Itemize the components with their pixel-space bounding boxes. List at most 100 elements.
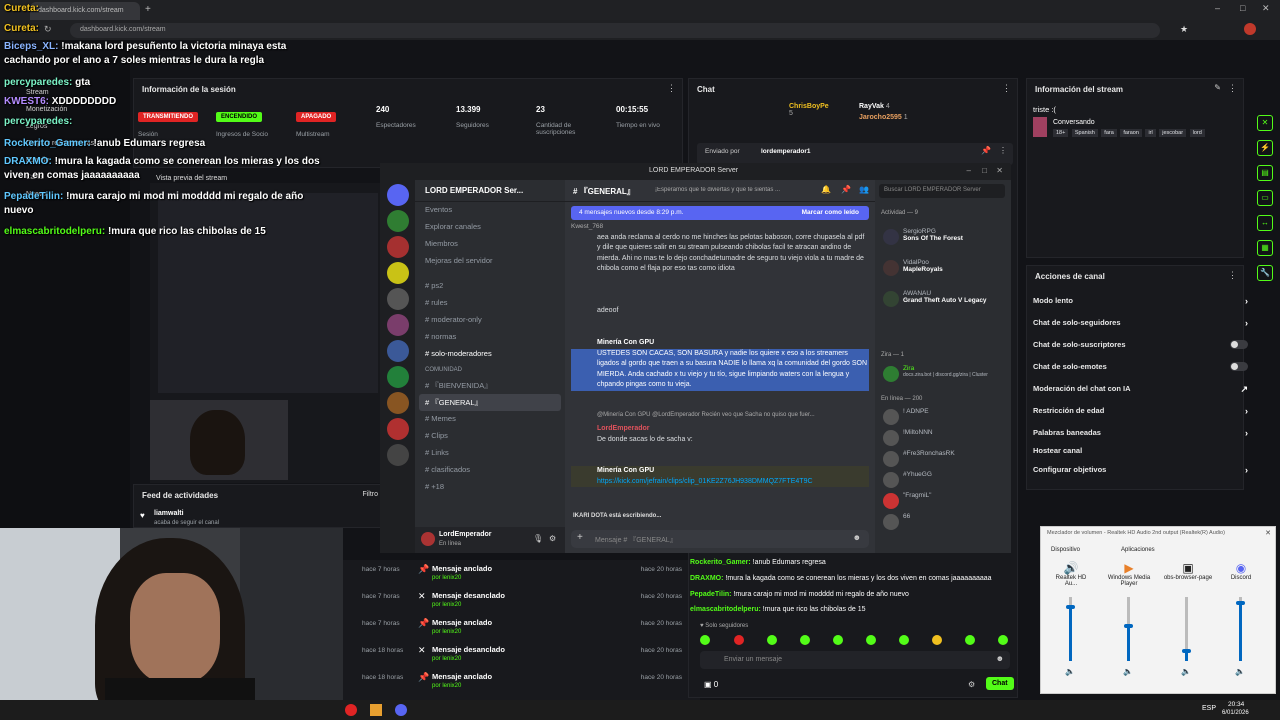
member-row[interactable]: 66 [881,513,1005,530]
member-row[interactable]: "FragmiL" [881,492,1005,513]
nav-events[interactable]: Eventos [415,202,565,219]
server-icon[interactable] [387,262,409,284]
expand-icon[interactable]: ↔ [1257,215,1273,231]
server-icon[interactable] [387,210,409,232]
more-icon[interactable]: ⋮ [1002,83,1011,94]
folder-icon[interactable] [370,704,382,716]
language-indicator[interactable]: ESP [1202,705,1216,712]
channel-normas[interactable]: # normas [415,329,565,346]
settings-icon[interactable]: ⚙ [968,680,975,689]
member-row[interactable]: SergioRPG Sons Of The Forest [881,228,1001,249]
more-icon[interactable]: ⋮ [999,146,1007,155]
chat-user[interactable]: elmascabritodelperu: [690,606,761,613]
microphone-icon[interactable]: 🎙 [533,534,543,543]
edit-icon[interactable]: ✎ [1214,83,1221,92]
volume-thumb[interactable] [1124,624,1133,628]
server-name[interactable]: LORD EMPERADOR Ser... [415,180,565,202]
media-player-icon[interactable]: ▶ [1107,561,1151,575]
member-row[interactable]: AWANAU Grand Theft Auto V Legacy [881,290,1001,311]
action-age-restriction[interactable]: Restricción de edad › [1033,406,1248,416]
channel-clasificados[interactable]: # clasificados [415,462,565,479]
message-author[interactable]: Minería Con GPU [571,338,869,349]
mute-icon[interactable]: 🔈 [1065,667,1075,676]
volume-thumb[interactable] [1236,601,1245,605]
nav-browse-channels[interactable]: Explorar canales [415,219,565,236]
emote-icon[interactable] [965,635,975,645]
close-icon[interactable]: ✕ [1262,3,1270,14]
discord-taskbar-icon[interactable] [395,704,407,716]
action-host-channel[interactable]: Hostear canal [1033,446,1248,455]
discord-home-icon[interactable] [387,184,409,206]
close-icon[interactable]: ✕ [1265,529,1271,537]
emote-icon[interactable] [767,635,777,645]
server-icon[interactable] [387,288,409,310]
minimize-icon[interactable]: – [1215,3,1220,13]
action-slow-mode[interactable]: Modo lento › [1033,296,1248,306]
nav-members[interactable]: Miembros [415,236,565,253]
member-row[interactable]: Zira docs.zira.bot | discord.gg/zira | Cl… [881,365,1005,386]
lightning-icon[interactable]: ⚡ [1257,140,1273,156]
bookmark-star-icon[interactable]: ★ [1180,24,1188,35]
server-icon[interactable] [387,444,409,466]
mute-icon[interactable]: 🔈 [1181,667,1191,676]
emote-icon[interactable] [734,635,744,645]
filter-button[interactable]: Filtro [362,491,378,498]
action-banned-words[interactable]: Palabras baneadas › [1033,428,1248,438]
server-icon[interactable] [387,366,409,388]
member-row[interactable]: VidalPoo MapleRoyals [881,259,1001,280]
document-icon[interactable]: ▤ [1257,165,1273,181]
server-icon[interactable] [387,340,409,362]
channel-general[interactable]: # 『GENERAL』 [419,394,561,411]
emote-icon[interactable] [800,635,810,645]
action-ai-moderation[interactable]: Moderación del chat con IA ↗ [1033,384,1248,394]
nav-boosts[interactable]: Mejoras del servidor [415,253,565,270]
members-icon[interactable]: 👥 [859,185,869,194]
profile-avatar[interactable] [1244,23,1256,35]
new-messages-banner[interactable]: 4 mensajes nuevos desde 8:29 p.m. Marcar… [571,206,869,220]
minimize-icon[interactable]: – [967,166,971,175]
add-attachment-icon[interactable]: + [577,532,583,543]
maximize-icon[interactable]: □ [1240,3,1245,13]
message-author[interactable]: Kwest_768 [571,222,869,233]
chat-input[interactable]: Enviar un mensaje ☻ [700,651,1010,669]
channel-clips[interactable]: # Clips [415,428,565,445]
mute-icon[interactable]: 🔈 [1235,667,1245,676]
chat-user[interactable]: DRAXMO: [690,575,723,582]
obs-icon[interactable]: ▣ [1163,561,1213,575]
wrench-icon[interactable]: 🔧 [1257,265,1273,281]
message-author[interactable]: LordEmperador [571,424,869,435]
channel-bienvenida[interactable]: # 『BIENVENIDA』 [415,377,565,394]
member-row[interactable]: ! ADNPE [881,408,1005,429]
channel-moderator-only[interactable]: # moderator-only [415,312,565,329]
more-icon[interactable]: ⋮ [667,83,676,94]
chat-user[interactable]: Rockerito_Gamer: [690,559,751,566]
category-label[interactable]: COMUNIDAD [415,363,565,377]
message-link[interactable]: https://kick.com/jefrain/clips/clip_01KE… [571,477,869,488]
more-icon[interactable]: ⋮ [1228,83,1237,94]
action-subs-only[interactable]: Chat de solo-suscriptores [1033,340,1248,349]
channel-ps2[interactable]: # ps2 [415,278,565,295]
chat-user[interactable]: PepadeTilin: [690,591,732,598]
subs-only-toggle[interactable] [1230,340,1248,349]
settings-icon[interactable]: ⚙ [549,534,556,543]
emotes-only-toggle[interactable] [1230,362,1248,371]
volume-slider[interactable] [1182,597,1191,661]
emote-icon[interactable] [833,635,843,645]
emoji-icon[interactable]: ☻ [853,533,861,542]
zira-member[interactable]: Zira docs.zira.bot | discord.gg/zira | Cl… [881,365,1005,386]
volume-slider[interactable] [1066,597,1075,661]
channel-rules[interactable]: # rules [415,295,565,312]
volume-thumb[interactable] [1182,649,1191,653]
clock-date[interactable]: 6/01/2026 [1222,710,1249,716]
pin-icon[interactable]: 📌 [841,185,851,194]
pinned-message[interactable]: Enviado por lordemperador1 📌 ⋮ [697,143,1013,165]
volume-slider[interactable] [1124,597,1133,661]
server-icon[interactable] [387,314,409,336]
send-chat-button[interactable]: Chat [986,677,1014,690]
action-followers-only[interactable]: Chat de solo-seguidores › [1033,318,1248,328]
server-icon[interactable] [387,418,409,440]
pin-icon[interactable]: 📌 [981,146,991,155]
more-icon[interactable]: ⋮ [1228,270,1237,281]
emote-icon[interactable] [932,635,942,645]
avatar[interactable] [421,532,435,546]
